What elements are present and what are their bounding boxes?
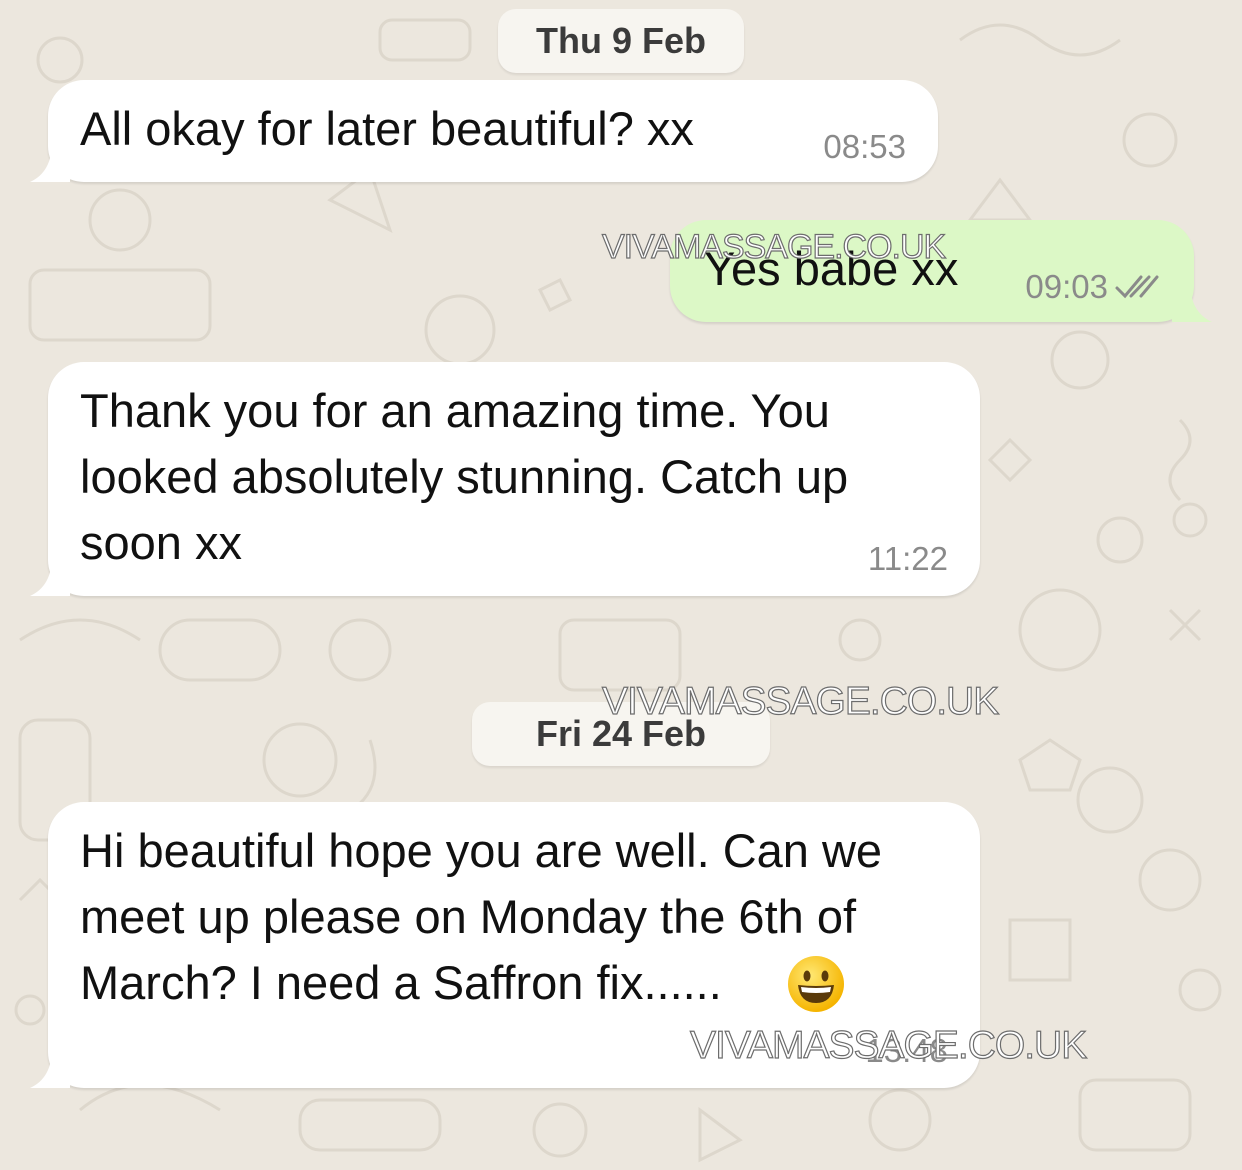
message-text: Thank you for an amazing time. You looke… bbox=[80, 384, 862, 569]
message-timestamp: 08:53 bbox=[823, 128, 906, 165]
bubble-tail bbox=[1172, 282, 1212, 322]
watermark: VIVAMASSAGE.CO.UK bbox=[689, 1023, 1087, 1067]
message-text: All okay for later beautiful? xx bbox=[80, 102, 694, 155]
date-label: Thu 9 Feb bbox=[536, 20, 706, 61]
watermark: VIVAMASSAGE.CO.UK bbox=[601, 679, 999, 723]
date-separator: Thu 9 Feb bbox=[498, 9, 744, 73]
bubble-tail bbox=[30, 556, 70, 596]
grinning-face-icon bbox=[788, 956, 844, 1012]
double-check-icon bbox=[1115, 275, 1159, 299]
message-timestamp: 11:22 bbox=[867, 540, 948, 577]
message-bubble-incoming[interactable]: Thank you for an amazing time. You looke… bbox=[30, 362, 980, 596]
bubble-tail bbox=[30, 142, 70, 182]
message-bubble-incoming[interactable]: All okay for later beautiful? xx 08:53 bbox=[30, 80, 938, 182]
bubble-tail bbox=[30, 1048, 70, 1088]
message-timestamp: 09:03 bbox=[1025, 268, 1108, 305]
watermark: VIVAMASSAGE.CO.UK bbox=[601, 227, 946, 266]
